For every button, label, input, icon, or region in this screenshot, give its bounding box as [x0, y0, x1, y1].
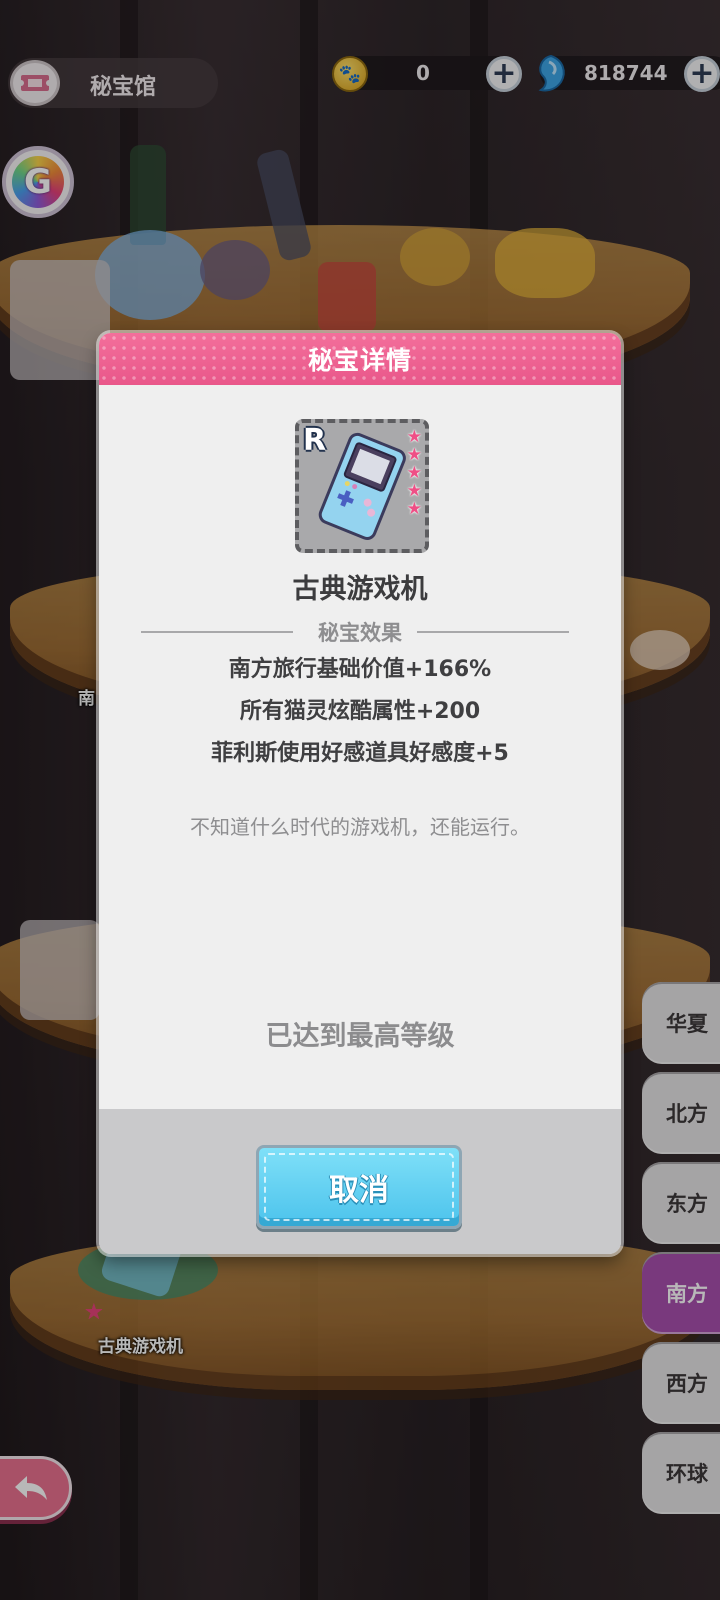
item-name: 古典游戏机: [292, 574, 428, 605]
cancel-button-label: 取消: [329, 1173, 389, 1208]
effect-item: 南方旅行基础价值+166%: [228, 657, 492, 682]
effect-item: 所有猫灵炫酷属性+200: [239, 699, 481, 724]
treasure-detail-dialog: 秘宝详情 R ★ ★ ★ ★ ★ 古典游戏机 秘宝效果 南方旅行基础价值+166…: [99, 333, 621, 1254]
dialog-header: 秘宝详情: [99, 333, 621, 385]
divider-right: [417, 631, 569, 633]
effect-item: 菲利斯使用好感道具好感度+5: [211, 741, 509, 766]
dialog-title: 秘宝详情: [307, 346, 412, 375]
handheld-game-console-icon: [318, 432, 406, 540]
item-card: R ★ ★ ★ ★ ★: [295, 419, 429, 553]
cancel-button[interactable]: 取消: [256, 1145, 462, 1229]
max-level-status: 已达到最高等级: [265, 1021, 455, 1052]
item-description: 不知道什么时代的游戏机，还能运行。: [190, 815, 530, 839]
